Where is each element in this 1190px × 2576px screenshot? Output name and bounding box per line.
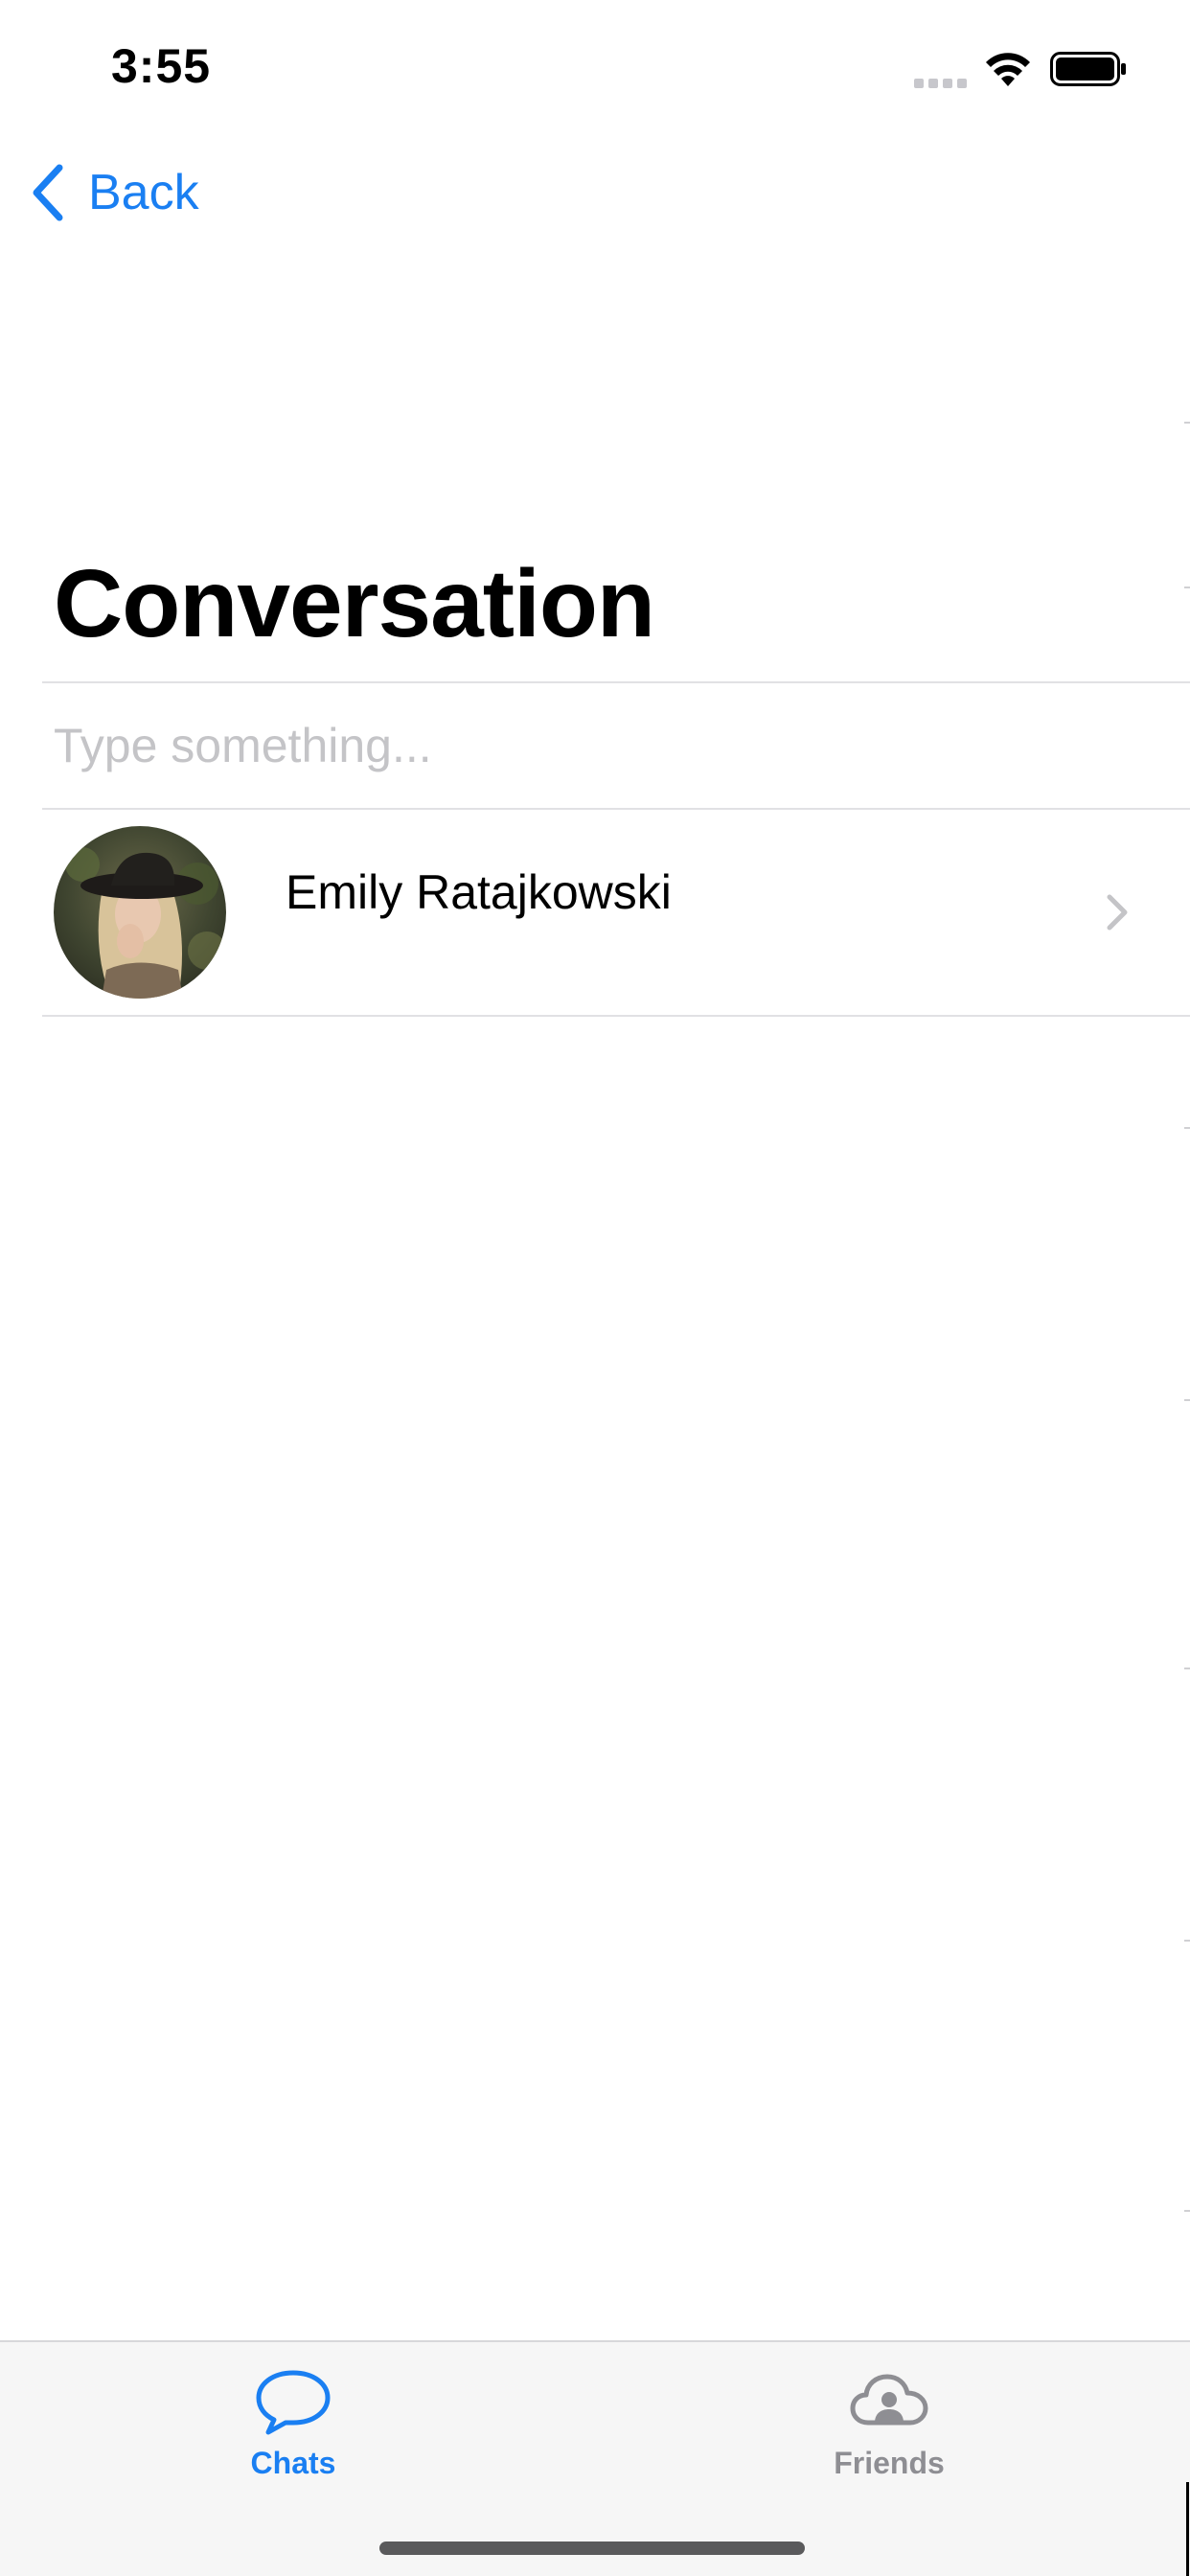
tab-friends[interactable]: Friends [774, 2367, 1004, 2501]
chat-bubble-icon [256, 2370, 331, 2435]
divider [42, 681, 1190, 683]
back-label: Back [88, 165, 199, 220]
back-button[interactable]: Back [29, 159, 199, 226]
edge-tick [1184, 422, 1190, 424]
screen: 3:55 Back Conversation Type something...… [0, 0, 1190, 2576]
tab-chats-label: Chats [250, 2446, 336, 2480]
edge-line [1186, 2482, 1189, 2576]
battery-icon [1050, 52, 1126, 86]
divider [42, 1015, 1190, 1017]
search-input[interactable] [54, 690, 1156, 801]
cloud-person-icon [850, 2374, 928, 2426]
avatar [54, 826, 226, 999]
tab-chats[interactable]: Chats [178, 2367, 408, 2501]
edge-tick [1184, 1668, 1190, 1669]
status-time: 3:55 [111, 39, 212, 93]
contact-name: Emily Ratajkowski [286, 865, 672, 919]
chevron-left-icon [33, 164, 63, 221]
edge-tick [1184, 2210, 1190, 2212]
page-title: Conversation [54, 550, 655, 657]
edge-tick [1184, 586, 1190, 588]
avatar-photo [54, 826, 226, 999]
tab-friends-label: Friends [834, 2446, 945, 2480]
status-bar: 3:55 [0, 0, 1190, 134]
conversation-row[interactable]: Emily Ratajkowski [42, 811, 1190, 1014]
chevron-right-icon [1107, 894, 1128, 931]
divider [42, 808, 1190, 810]
edge-tick [1184, 1940, 1190, 1942]
edge-tick [1184, 1127, 1190, 1129]
home-indicator[interactable] [379, 2542, 805, 2555]
wifi-icon [986, 53, 1030, 86]
edge-tick [1184, 1399, 1190, 1401]
cellular-signal-icon [914, 79, 967, 88]
